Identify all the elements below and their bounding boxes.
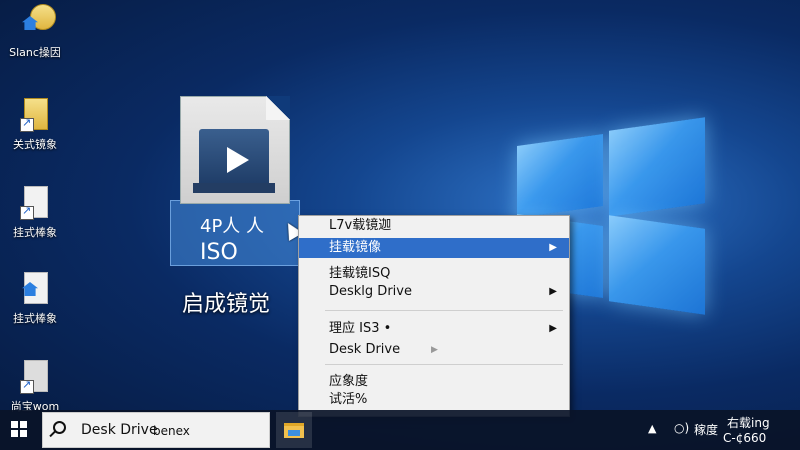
file-shortcut-icon bbox=[18, 270, 52, 308]
search-input[interactable]: Desk Drive benex bbox=[42, 412, 270, 448]
menu-item-manage-iso[interactable]: 理应 IS3 • ▶ bbox=[299, 319, 569, 339]
play-icon bbox=[227, 147, 249, 173]
chevron-right-icon: ▶ bbox=[549, 242, 557, 253]
menu-item-mount-iso[interactable]: 挂载镜ISQ bbox=[299, 264, 569, 284]
desktop-icon-2[interactable]: 关式镜象 bbox=[0, 96, 70, 152]
iso-file-caption: 启成镜觉 bbox=[182, 292, 271, 317]
file-explorer-button[interactable] bbox=[276, 412, 312, 448]
folder-icon bbox=[284, 423, 304, 438]
computer-icon bbox=[18, 358, 52, 396]
clock-date[interactable]: C-¢660 bbox=[723, 431, 766, 445]
menu-item-activate[interactable]: 试活% bbox=[299, 390, 569, 410]
context-menu: L7v载镜迦 挂载镜像 ▶ 挂载镜ISQ Desklg Drive ▶ 理应 I… bbox=[298, 215, 570, 417]
chevron-right-icon: ▶ bbox=[549, 286, 557, 297]
file-shortcut-icon bbox=[18, 184, 52, 222]
menu-separator bbox=[325, 310, 563, 311]
windows-start-icon bbox=[11, 421, 18, 428]
search-text: Desk Drive bbox=[81, 422, 158, 438]
desktop-icon-label: Slanc操因 bbox=[9, 46, 61, 59]
iso-file-extension: ISO bbox=[200, 240, 238, 265]
desktop-icon-label: 挂式棒象 bbox=[13, 226, 57, 239]
iso-file-name: 4P人 人 bbox=[200, 216, 265, 237]
folder-shortcut-icon bbox=[18, 96, 52, 134]
desktop-icon-3[interactable]: 挂式棒象 bbox=[0, 184, 70, 240]
menu-item-apply[interactable]: 应象度 bbox=[299, 372, 569, 392]
menu-item-mount-image[interactable]: 挂载镜像 ▶ bbox=[299, 238, 569, 258]
desktop-icon-4[interactable]: 挂式棒象 bbox=[0, 270, 70, 326]
volume-icon[interactable]: ○) bbox=[674, 421, 689, 435]
desktop-icon-5[interactable]: 尚宝​wom bbox=[0, 358, 70, 414]
chevron-right-icon: ▶ bbox=[549, 323, 557, 334]
input-method-indicator[interactable]: 稼度 bbox=[694, 421, 718, 438]
taskbar: Desk Drive benex ▲ ○) 稼度 右载ing C-¢660 bbox=[0, 410, 800, 450]
tray-chevron-icon[interactable]: ▲ bbox=[648, 422, 656, 435]
menu-item-desk-drive-2[interactable]: Desk Drive ▶ bbox=[299, 340, 569, 360]
menu-item-desk-drive[interactable]: Desklg Drive ▶ bbox=[299, 282, 569, 302]
iso-file-icon[interactable] bbox=[180, 96, 290, 204]
menu-item-header[interactable]: L7v载镜迦 bbox=[299, 216, 569, 236]
chevron-right-icon: ▶ bbox=[431, 345, 438, 355]
desktop-icon-label: 关式镜象 bbox=[13, 138, 57, 151]
menu-separator bbox=[325, 364, 563, 365]
desktop-icon-label: 挂式棒象 bbox=[13, 312, 57, 325]
desktop-icon-1[interactable]: Slanc操因 bbox=[0, 4, 70, 60]
search-icon bbox=[53, 421, 66, 434]
clock-time[interactable]: 右载ing bbox=[727, 414, 770, 431]
app-shortcut-icon bbox=[18, 4, 56, 42]
search-extra-text: benex bbox=[153, 424, 190, 438]
start-button[interactable] bbox=[0, 410, 40, 450]
